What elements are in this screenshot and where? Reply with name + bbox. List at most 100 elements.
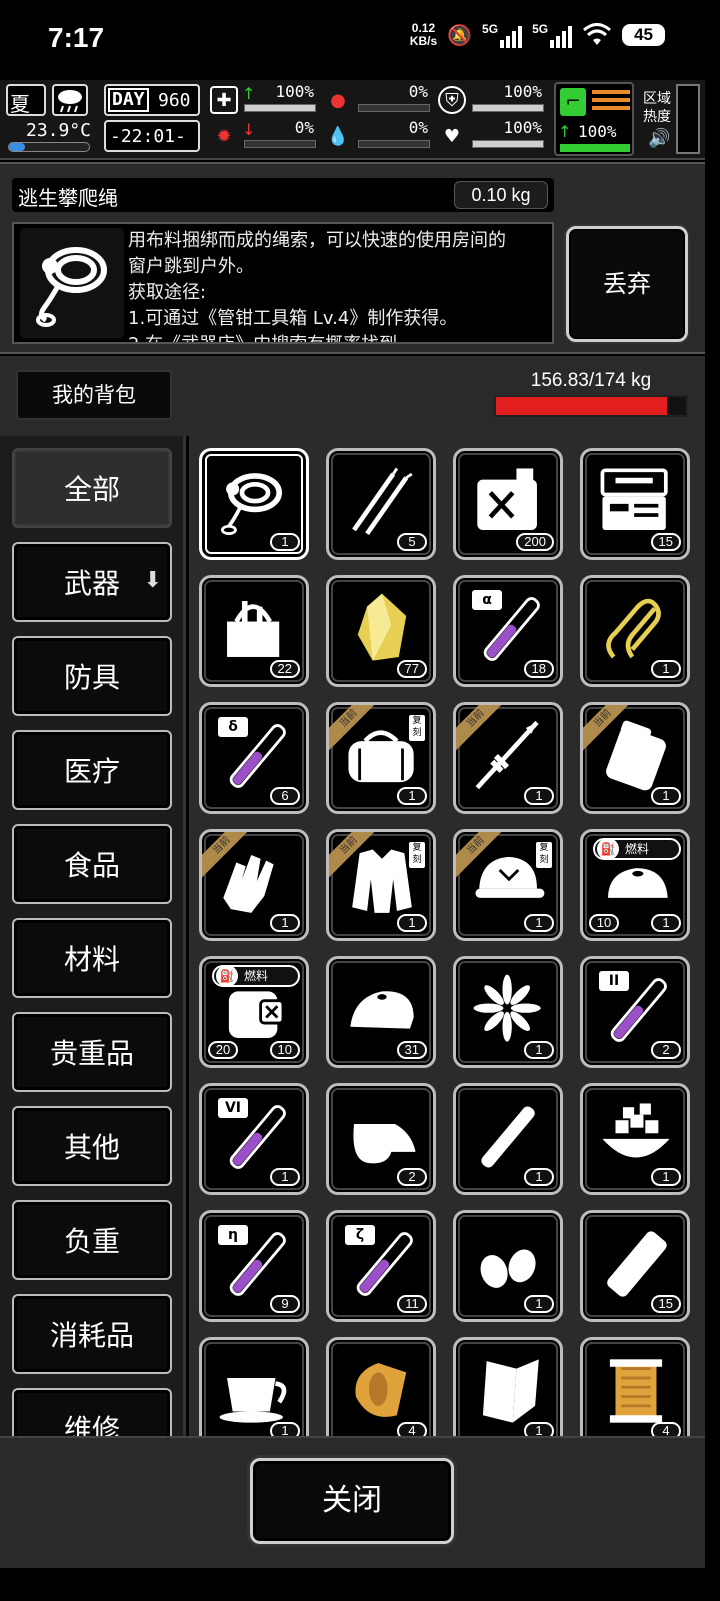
speaker-icon[interactable]: 🔊 — [648, 128, 670, 149]
backpack-weight-bar-fill — [496, 397, 667, 415]
item-count: 6 — [270, 787, 300, 805]
inventory-slot[interactable]: 1 — [199, 448, 309, 560]
category-label: 负重 — [63, 1225, 120, 1258]
inventory-slot[interactable]: α 18 — [453, 575, 563, 687]
inventory-slot[interactable]: 当前 复刻 1 — [326, 829, 436, 941]
backpack-header: 我的背包 156.83/174 kg — [0, 356, 705, 436]
close-button[interactable]: 关闭 — [250, 1458, 454, 1544]
inventory-slot[interactable]: 当前 复刻 1 — [326, 702, 436, 814]
category-tab[interactable]: 消耗品 — [12, 1294, 172, 1374]
category-tab[interactable]: 负重 — [12, 1200, 172, 1280]
fuel-can-icon: ⛽ — [216, 965, 238, 987]
category-tab[interactable]: 全部 — [12, 448, 172, 528]
heart-icon: ♥ — [443, 125, 461, 147]
category-tab[interactable]: 其他 — [12, 1106, 172, 1186]
inventory-slot[interactable]: 当前 复刻 1 — [453, 829, 563, 941]
category-label: 武器 — [63, 567, 120, 600]
backpack-weight: 156.83/174 kg — [530, 370, 652, 391]
inventory-slot[interactable]: δ6 — [199, 702, 309, 814]
health-icon: ✚ — [210, 86, 238, 114]
inventory-slot[interactable]: 当前 1 — [199, 829, 309, 941]
item-count: 4 — [397, 1422, 427, 1436]
inventory-slot[interactable]: 22 — [199, 575, 309, 687]
season-badge: 夏 — [6, 84, 46, 116]
item-count: 10 — [269, 1041, 300, 1059]
inventory-slot[interactable]: 1 — [453, 1337, 563, 1436]
item-count: 1 — [651, 914, 681, 932]
item-count: 1 — [270, 1168, 300, 1186]
inventory-slot[interactable]: ζ 11 — [326, 1210, 436, 1322]
replica-tag: 复刻 — [409, 715, 425, 741]
inventory-slot[interactable]: ⛽ 燃料 10 1 — [580, 829, 690, 941]
discard-button[interactable]: 丢弃 — [566, 226, 688, 342]
category-tab[interactable]: 食品 — [12, 824, 172, 904]
stomach-icon: ● — [330, 89, 346, 111]
item-count: 1 — [524, 1168, 554, 1186]
item-count: 2 — [651, 1041, 681, 1059]
temperature: 23.9°C — [26, 120, 92, 141]
category-tab[interactable]: 医疗 — [12, 730, 172, 810]
item-count: 15 — [650, 1295, 681, 1313]
inventory-slot[interactable]: VI 1 — [199, 1083, 309, 1195]
item-count: 5 — [397, 533, 427, 551]
potion-label: α — [472, 590, 502, 610]
inventory-slot[interactable]: 1 — [580, 575, 690, 687]
inventory-slot[interactable]: 15 — [580, 448, 690, 560]
stamina-panel: ⌐ ↑ 100% — [554, 82, 634, 156]
inventory-slot[interactable]: 当前 1 — [580, 702, 690, 814]
infection-icon: ✹ — [216, 125, 232, 147]
item-count: 1 — [270, 1422, 300, 1436]
category-tab[interactable]: 贵重品 — [12, 1012, 172, 1092]
category-tab[interactable]: 材料 — [12, 918, 172, 998]
mood-bar-fill — [473, 141, 543, 147]
category-tab[interactable]: 武器 ⬇ — [12, 542, 172, 622]
status-time: 7:17 — [48, 22, 105, 53]
inventory-slot[interactable]: 1 — [580, 1083, 690, 1195]
replica-tag: 复刻 — [536, 842, 552, 868]
inventory-slot[interactable]: 4 — [580, 1337, 690, 1436]
footer: 关闭 — [0, 1436, 705, 1568]
potion-label: ζ — [345, 1225, 375, 1245]
item-weight: 0.10 kg — [454, 181, 548, 209]
inventory-slot[interactable]: 1 — [453, 956, 563, 1068]
item-count: 1 — [651, 1168, 681, 1186]
inventory-slot[interactable]: 1 — [453, 1210, 563, 1322]
item-count: 1 — [524, 787, 554, 805]
water-drop-icon: 💧 — [326, 125, 350, 147]
category-label: 消耗品 — [49, 1319, 134, 1352]
category-label: 贵重品 — [49, 1037, 134, 1070]
inventory-slot[interactable]: II 2 — [580, 956, 690, 1068]
inventory-slot[interactable]: ⛽ 燃料 20 10 — [199, 956, 309, 1068]
inventory-slot[interactable]: 200 — [453, 448, 563, 560]
inventory-slot[interactable]: 1 — [199, 1337, 309, 1436]
category-tab[interactable]: 维修 — [12, 1388, 172, 1436]
inventory-slot[interactable]: 31 — [326, 956, 436, 1068]
inventory-slot[interactable]: 5 — [326, 448, 436, 560]
signal-bars-icon — [500, 26, 523, 48]
inventory-slot[interactable]: 2 — [326, 1083, 436, 1195]
secondary-count: 10 — [589, 914, 619, 932]
inventory-slot[interactable]: 15 — [580, 1210, 690, 1322]
inventory-slot[interactable]: 1 — [453, 1083, 563, 1195]
item-count: 1 — [651, 787, 681, 805]
category-label: 材料 — [63, 943, 120, 976]
stamina-value: 100% — [578, 122, 617, 141]
inventory-slot[interactable]: 当前 1 — [453, 702, 563, 814]
item-count: 1 — [270, 914, 300, 932]
inventory-grid: 1 5 200 15 22 77 α 18 1 δ 6 当前 复刻 1 当前 1 当前 1 当前 1 当前 复刻 1 当前 复刻… — [189, 436, 705, 1436]
fuel-tag: ⛽ 燃料 — [593, 838, 681, 860]
category-tab[interactable]: 防具 — [12, 636, 172, 716]
inventory-slot[interactable]: 77 — [326, 575, 436, 687]
stamina-up-arrow-icon: ↑ — [558, 122, 572, 141]
armor-icon: ⛨ — [438, 86, 466, 114]
item-count: 11 — [397, 1295, 427, 1313]
wifi-icon — [583, 23, 612, 45]
battery-indicator: 45 — [622, 24, 665, 46]
arrow-down-icon: ⬇ — [143, 568, 162, 593]
mood-value: 100% — [503, 118, 542, 137]
inventory-slot[interactable]: 4 — [326, 1337, 436, 1436]
infection-bar — [244, 140, 316, 148]
inventory-slot[interactable]: η9 — [199, 1210, 309, 1322]
category-label: 食品 — [63, 849, 120, 882]
zone-heat-meter — [676, 84, 700, 154]
